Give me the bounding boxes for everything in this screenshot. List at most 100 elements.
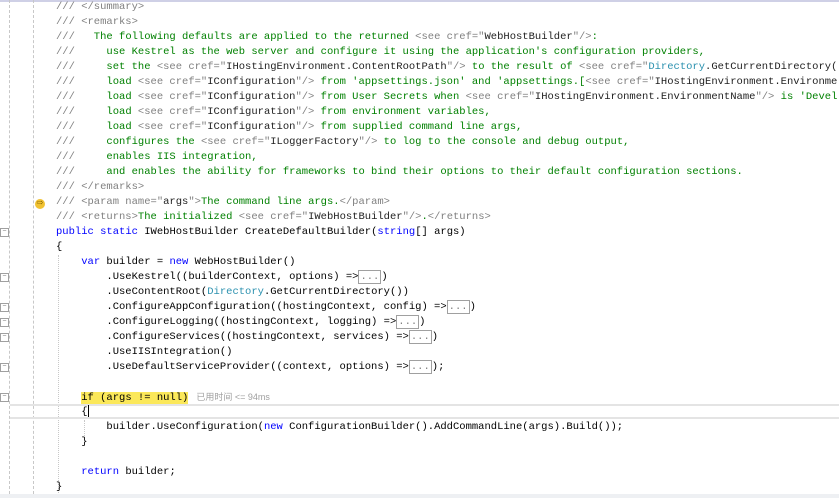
code-token: /// <remarks> bbox=[56, 16, 138, 28]
code-token: /// <param name=" bbox=[56, 196, 164, 208]
code-line[interactable]: return builder; bbox=[56, 465, 176, 480]
code-token: set the bbox=[74, 61, 157, 73]
code-token: load bbox=[74, 91, 138, 103]
collapse-toggle-icon[interactable]: − bbox=[0, 228, 9, 237]
code-token: "/> bbox=[358, 136, 378, 148]
code-token: ILoggerFactory bbox=[270, 136, 359, 148]
code-line[interactable]: /// </remarks> bbox=[56, 180, 144, 195]
collapsed-region-button[interactable]: ... bbox=[408, 330, 432, 344]
code-token: "> bbox=[188, 196, 201, 208]
horizontal-scrollbar[interactable] bbox=[0, 494, 839, 498]
code-line[interactable]: .ConfigureLogging((hostingContext, loggi… bbox=[56, 315, 425, 330]
code-line[interactable]: } bbox=[56, 480, 62, 495]
code-line[interactable]: /// load <see cref="IConfiguration"/> fr… bbox=[56, 75, 837, 90]
code-token: load bbox=[74, 106, 138, 118]
code-token: new bbox=[263, 421, 283, 433]
code-token: IWebHostBuilder CreateDefaultBuilder( bbox=[137, 226, 378, 238]
code-token: "/> bbox=[295, 121, 315, 133]
code-token: /// bbox=[56, 136, 75, 148]
code-line[interactable]: /// <remarks> bbox=[56, 15, 138, 30]
code-token: to the result of bbox=[465, 61, 580, 73]
collapse-toggle-icon[interactable]: − bbox=[0, 363, 9, 372]
code-token: ) bbox=[469, 301, 476, 313]
code-token: .UseDefaultServiceProvider((context, opt… bbox=[56, 361, 409, 373]
code-token: IConfiguration bbox=[207, 121, 296, 133]
code-line[interactable]: builder.UseConfiguration(new Configurati… bbox=[56, 420, 623, 435]
code-token: enables IIS integration, bbox=[74, 151, 258, 163]
code-token: IConfiguration bbox=[207, 91, 296, 103]
code-line[interactable]: /// configures the <see cref="ILoggerFac… bbox=[56, 135, 629, 150]
code-token: [] args) bbox=[415, 226, 466, 238]
collapse-toggle-icon[interactable]: − bbox=[0, 393, 9, 402]
code-line[interactable]: /// enables IIS integration, bbox=[56, 150, 258, 165]
code-line[interactable]: /// <param name="args">The command line … bbox=[56, 195, 390, 210]
code-token: <see cref=" bbox=[579, 61, 649, 73]
code-token: <see cref=" bbox=[156, 61, 227, 73]
code-line[interactable]: .UseDefaultServiceProvider((context, opt… bbox=[56, 360, 444, 375]
code-token: IConfiguration bbox=[207, 76, 296, 88]
code-token: "/> bbox=[295, 91, 315, 103]
collapsed-region-button[interactable]: ... bbox=[396, 315, 420, 329]
code-token: /// <returns> bbox=[56, 211, 138, 223]
code-line[interactable]: /// load <see cref="IConfiguration"/> fr… bbox=[56, 90, 837, 105]
collapsed-region-button[interactable]: ... bbox=[446, 300, 470, 314]
code-token: .ConfigureServices((hostingContext, serv… bbox=[56, 331, 409, 343]
collapsed-region-button[interactable]: ... bbox=[358, 270, 382, 284]
code-token: builder.UseConfiguration( bbox=[56, 421, 264, 433]
code-line[interactable]: /// </summary> bbox=[56, 0, 144, 15]
code-line[interactable]: { bbox=[56, 240, 62, 255]
code-line[interactable]: } bbox=[56, 435, 87, 450]
code-token: .ConfigureAppConfiguration((hostingConte… bbox=[56, 301, 447, 313]
code-line[interactable]: .UseIISIntegration() bbox=[56, 345, 232, 360]
collapsed-region-button[interactable]: ... bbox=[408, 360, 432, 374]
code-line[interactable]: .ConfigureAppConfiguration((hostingConte… bbox=[56, 300, 476, 315]
code-token: IWebHostBuilder bbox=[308, 211, 403, 223]
collapse-toggle-icon[interactable]: − bbox=[0, 333, 9, 342]
code-token: </returns> bbox=[427, 211, 491, 223]
gutter-guide bbox=[9, 0, 10, 494]
code-token: var bbox=[81, 256, 101, 268]
code-token: Directory bbox=[207, 286, 264, 298]
code-token: and enables the ability for frameworks t… bbox=[74, 166, 743, 178]
code-token: public bbox=[56, 226, 94, 238]
code-token: from environment variables, bbox=[314, 106, 491, 118]
quick-action-lightbulb-icon[interactable]: ⇨ bbox=[35, 199, 45, 209]
code-token: <see cref=" bbox=[137, 76, 208, 88]
code-token: from User Secrets when bbox=[314, 91, 466, 103]
code-token: IHostingEnvironment.EnvironmentName bbox=[534, 91, 756, 103]
code-token: /// bbox=[56, 61, 75, 73]
code-line[interactable]: { bbox=[56, 405, 89, 420]
code-line[interactable]: if (args != null) 已用时间 <= 94ms bbox=[56, 390, 270, 405]
code-line[interactable]: /// <returns>The initialized <see cref="… bbox=[56, 210, 491, 225]
code-token: string bbox=[377, 226, 416, 238]
code-token: ) bbox=[431, 331, 439, 343]
code-token: /// bbox=[56, 91, 75, 103]
code-token: { bbox=[56, 406, 88, 418]
code-token: "/> bbox=[402, 211, 422, 223]
code-line[interactable]: /// load <see cref="IConfiguration"/> fr… bbox=[56, 120, 522, 135]
code-line[interactable]: /// and enables the ability for framewor… bbox=[56, 165, 743, 180]
code-line[interactable]: .ConfigureServices((hostingContext, serv… bbox=[56, 330, 438, 345]
code-token: IHostingEnvironment.Environme bbox=[654, 76, 838, 88]
code-token: /// bbox=[56, 31, 75, 43]
collapse-toggle-icon[interactable]: − bbox=[0, 273, 9, 282]
code-line[interactable]: /// set the <see cref="IHostingEnvironme… bbox=[56, 60, 839, 75]
code-line[interactable]: var builder = new WebHostBuilder() bbox=[56, 255, 295, 270]
collapse-toggle-icon[interactable]: − bbox=[0, 318, 9, 327]
collapse-toggle-icon[interactable]: − bbox=[0, 303, 9, 312]
code-token: .UseContentRoot( bbox=[56, 286, 208, 298]
code-token: ); bbox=[431, 361, 445, 373]
code-line[interactable]: .UseKestrel((builderContext, options) =>… bbox=[56, 270, 388, 285]
code-line[interactable]: .UseContentRoot(Directory.GetCurrentDire… bbox=[56, 285, 408, 300]
code-token: args bbox=[163, 196, 189, 208]
code-line[interactable]: /// use Kestrel as the web server and co… bbox=[56, 45, 705, 60]
code-token: "/> bbox=[295, 106, 315, 118]
code-line[interactable]: /// load <see cref="IConfiguration"/> fr… bbox=[56, 105, 491, 120]
perf-tip[interactable]: 已用时间 <= 94ms bbox=[196, 392, 270, 402]
code-token: "/> bbox=[446, 61, 466, 73]
code-line[interactable]: public static IWebHostBuilder CreateDefa… bbox=[56, 225, 466, 240]
code-token: "/> bbox=[572, 31, 592, 43]
code-line[interactable]: /// The following defaults are applied t… bbox=[56, 30, 598, 45]
code-token: "/> bbox=[755, 91, 775, 103]
